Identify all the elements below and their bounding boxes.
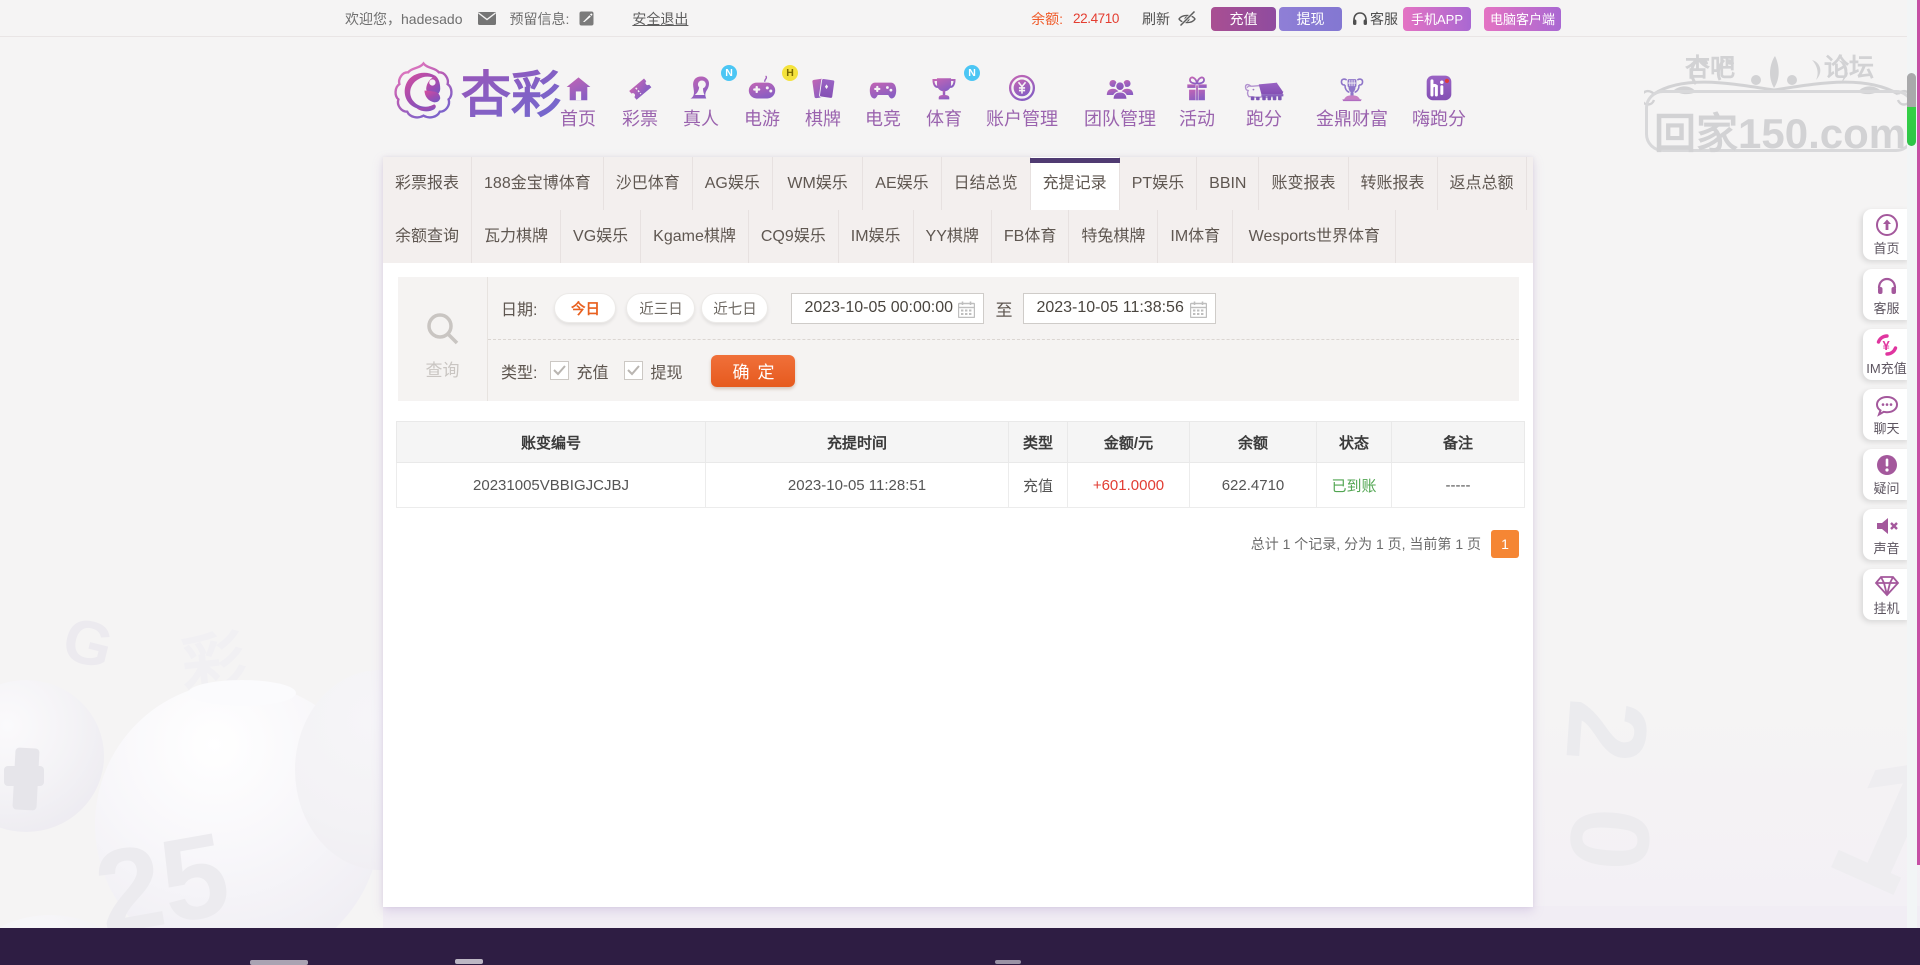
svg-text:¥: ¥	[1882, 338, 1890, 353]
svg-text:杏彩: 杏彩	[461, 67, 561, 123]
